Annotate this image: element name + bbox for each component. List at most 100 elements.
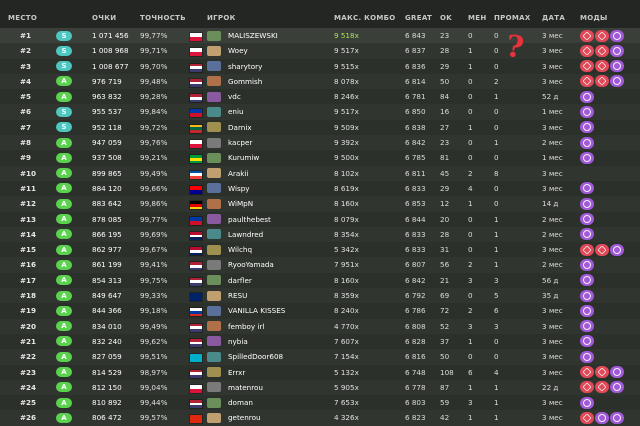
double-time-mod-icon[interactable] [580,320,594,333]
country-flag-icon[interactable] [189,62,203,73]
country-flag-icon[interactable] [189,292,203,303]
hard-rock-mod-icon[interactable] [595,366,609,379]
table-row[interactable]: #7 S 952 118 99,72% Darnix 9 509x 6 838 27 1 0 3 м… [0,119,640,136]
hard-rock-mod-icon[interactable] [580,75,594,88]
country-flag-icon[interactable] [189,123,203,134]
double-time-mod-icon[interactable] [580,396,594,409]
hard-rock-mod-icon[interactable] [580,243,594,256]
double-time-mod-icon[interactable] [610,29,624,42]
double-time-mod-icon[interactable] [580,213,594,226]
table-row[interactable]: #6 S 955 537 99,84% eniu 9 517x 6 850 16 0 0 1 мес [0,104,640,120]
player-name-link[interactable]: femboy irl [228,319,264,334]
double-time-mod-icon[interactable] [580,136,594,149]
avatar[interactable] [207,321,221,332]
table-row[interactable]: #15 A 862 977 99,67% Wilchq 5 342x 6 833 31 0 1 3 … [0,242,640,258]
country-flag-icon[interactable] [189,154,203,165]
table-row[interactable]: #12 A 883 642 99,86% WiMpN 8 160x 6 853 12 1 0 14 … [0,196,640,212]
player-name-link[interactable]: Darnix [228,120,252,135]
table-row[interactable]: #21 A 832 240 99,62% nybia 7 607x 6 828 37 1 0 3 м… [0,333,640,350]
country-flag-icon[interactable] [189,307,203,318]
country-flag-icon[interactable] [189,108,203,119]
double-time-mod-icon[interactable] [580,182,594,195]
avatar[interactable] [207,183,221,194]
country-flag-icon[interactable] [189,276,203,287]
player-name-link[interactable]: SpilledDoor608 [228,349,283,364]
double-time-mod-icon[interactable] [580,350,594,363]
avatar[interactable] [207,351,221,362]
player-name-link[interactable]: darfler [228,273,252,288]
hard-rock-mod-icon[interactable] [595,243,609,256]
player-name-link[interactable]: RESU [228,288,247,303]
table-row[interactable]: #22 A 827 059 99,51% SpilledDoor608 7 154x 6 8… [0,349,640,365]
double-time-mod-icon[interactable] [610,60,624,73]
country-flag-icon[interactable] [189,353,203,364]
table-row[interactable]: #20 A 834 010 99,49% femboy irl 4 770x 6 808 52… [0,318,640,334]
hard-rock-mod-icon[interactable] [595,44,609,57]
country-flag-icon[interactable] [189,368,203,379]
table-row[interactable]: #2 S 1 008 968 99,71% Woey 9 517x 6 837 28 1 0 3 м… [0,43,640,59]
player-name-link[interactable]: VANILLA KISSES [228,303,285,318]
country-flag-icon[interactable] [189,47,203,58]
player-name-link[interactable]: Arakii [228,166,248,181]
player-name-link[interactable]: Gommish [228,74,262,89]
player-name-link[interactable]: vdc [228,89,241,104]
table-row[interactable]: #26 A 806 472 99,57% getenrou 4 326x 6 823 42 1 1… [0,410,640,426]
player-name-link[interactable]: doman [228,395,253,410]
avatar[interactable] [207,305,221,316]
player-name-link[interactable]: Wispy [228,181,250,196]
double-time-mod-icon[interactable] [610,75,624,88]
hard-rock-mod-icon[interactable] [580,381,594,394]
avatar[interactable] [207,152,221,163]
table-row[interactable]: #8 A 947 059 99,76% kacper 9 392x 6 842 23 0 1 2 м… [0,135,640,151]
avatar[interactable] [207,397,221,408]
double-time-mod-icon[interactable] [610,366,624,379]
double-time-mod-icon[interactable] [580,197,594,210]
double-time-mod-icon[interactable] [580,335,594,348]
avatar[interactable] [207,336,221,347]
double-time-mod-icon[interactable] [610,381,624,394]
table-row[interactable]: #9 A 937 508 99,21% Kurumiw 9 500x 6 785 81 0 0 1 … [0,150,640,166]
avatar[interactable] [207,244,221,255]
hard-rock-mod-icon[interactable] [580,366,594,379]
avatar[interactable] [207,76,221,87]
country-flag-icon[interactable] [189,139,203,150]
avatar[interactable] [207,168,221,179]
table-row[interactable]: #23 A 814 529 98,97% Errxr 5 132x 6 748 108 6 4 3 … [0,364,640,380]
player-name-link[interactable]: kacper [228,135,252,150]
country-flag-icon[interactable] [189,200,203,211]
avatar[interactable] [207,412,221,423]
double-time-mod-icon[interactable] [580,258,594,271]
avatar[interactable] [207,122,221,133]
table-row[interactable]: #19 A 844 366 99,18% VANILLA KISSES 8 240x 6 7… [0,303,640,319]
double-time-mod-icon[interactable] [580,228,594,241]
hard-rock-mod-icon[interactable] [580,411,594,424]
avatar[interactable] [207,382,221,393]
avatar[interactable] [207,367,221,378]
country-flag-icon[interactable] [189,383,203,394]
hard-rock-mod-icon[interactable] [580,60,594,73]
double-time-mod-icon[interactable] [610,44,624,57]
player-name-link[interactable]: WiMpN [228,196,253,211]
avatar[interactable] [207,229,221,240]
avatar[interactable] [207,275,221,286]
country-flag-icon[interactable] [189,230,203,241]
avatar[interactable] [207,106,221,117]
country-flag-icon[interactable] [189,184,203,195]
table-row[interactable]: #13 A 878 085 99,77% paulthebest 8 079x 6 844 2… [0,211,640,227]
avatar[interactable] [207,198,221,209]
double-time-mod-icon[interactable] [580,274,594,287]
country-flag-icon[interactable] [189,337,203,348]
player-name-link[interactable]: Lawndred [228,227,263,242]
hard-rock-mod-icon[interactable] [580,29,594,42]
player-name-link[interactable]: sharytory [228,59,262,74]
table-row[interactable]: #25 A 810 892 99,44% doman 7 653x 6 803 59 3 1 3 м… [0,395,640,411]
country-flag-icon[interactable] [189,261,203,272]
country-flag-icon[interactable] [189,399,203,410]
player-name-link[interactable]: matenrou [228,380,263,395]
table-row[interactable]: #3 S 1 008 677 99,70% sharytory 9 515x 6 836 29… [0,58,640,74]
table-row[interactable]: #24 A 812 150 99,04% matenrou 5 905x 6 778 87 1 1… [0,379,640,396]
double-time-mod-icon[interactable] [580,304,594,317]
country-flag-icon[interactable] [189,414,203,425]
player-name-link[interactable]: Kurumiw [228,150,259,165]
avatar[interactable] [207,290,221,301]
